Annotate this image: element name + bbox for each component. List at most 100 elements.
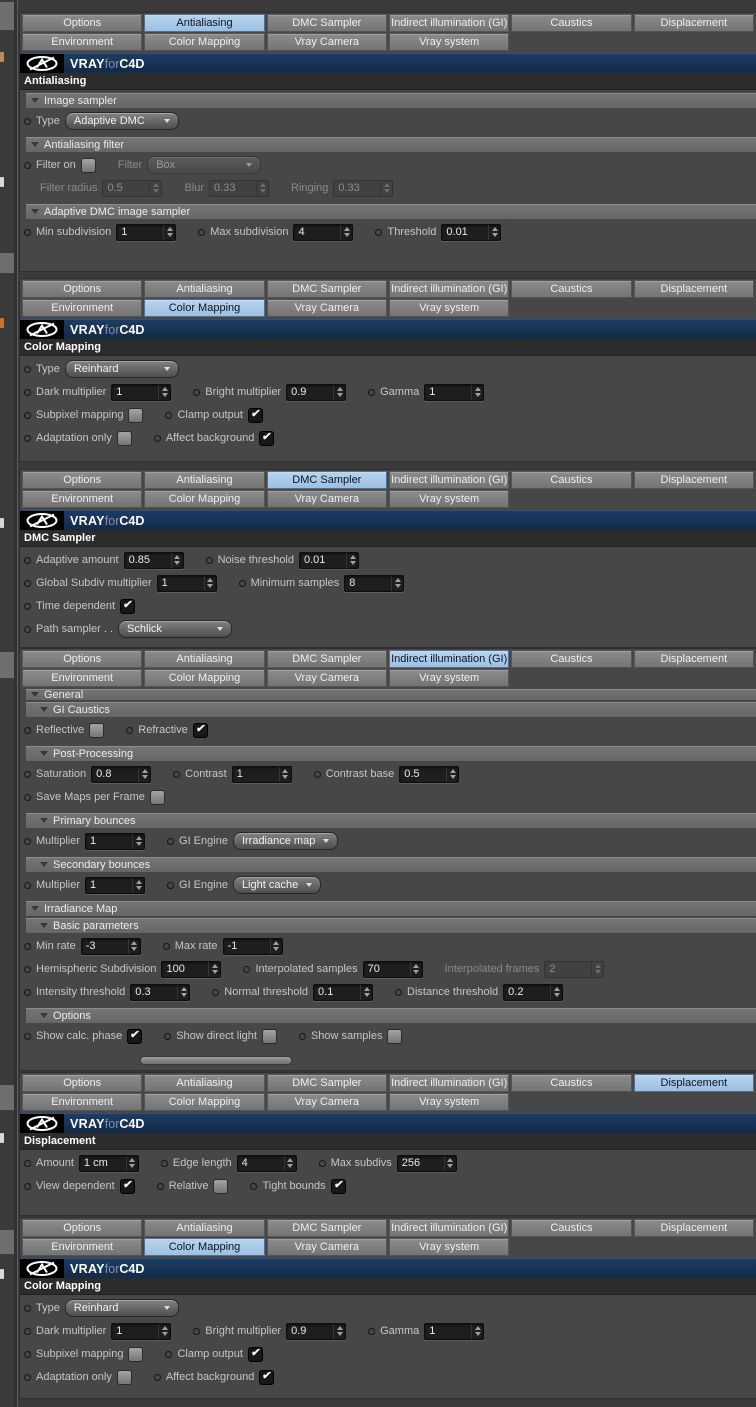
tab-vray-system[interactable]: Vray system: [389, 1093, 510, 1111]
tab-options[interactable]: Options: [22, 280, 143, 298]
tab-vray-camera[interactable]: Vray Camera: [266, 299, 387, 317]
tab-vray-system[interactable]: Vray system: [389, 299, 510, 317]
group-general[interactable]: General: [26, 689, 756, 701]
tab-dmc-sampler[interactable]: DMC Sampler: [266, 280, 387, 298]
tab-color-mapping[interactable]: Color Mapping: [144, 1093, 265, 1111]
multiplier-field[interactable]: 1: [85, 876, 146, 894]
save-maps-per-frame-checkbox[interactable]: [149, 789, 165, 805]
tab-options[interactable]: Options: [22, 1074, 143, 1092]
tab-vray-system[interactable]: Vray system: [389, 1238, 510, 1256]
subpixel-mapping-checkbox[interactable]: [128, 1346, 144, 1362]
tab-dmc-sampler[interactable]: DMC Sampler: [266, 14, 387, 32]
tab-indirect-illumination-gi[interactable]: Indirect illumination (GI): [389, 280, 510, 298]
contrast-field[interactable]: 1: [231, 765, 292, 783]
tab-options[interactable]: Options: [22, 471, 143, 489]
tab-indirect-illumination-gi[interactable]: Indirect illumination (GI): [389, 1219, 510, 1237]
threshold-field[interactable]: 0.01: [441, 223, 502, 241]
tab-environment[interactable]: Environment: [22, 299, 143, 317]
clamp-output-checkbox[interactable]: ✔: [247, 407, 263, 423]
tab-caustics[interactable]: Caustics: [511, 650, 632, 668]
tab-displacement[interactable]: Displacement: [633, 1074, 754, 1092]
type-dropdown[interactable]: Reinhard: [64, 1299, 179, 1317]
scrollbar-handle[interactable]: [140, 1055, 292, 1065]
noise-threshold-field[interactable]: 0.01: [299, 551, 359, 569]
edge-length-field[interactable]: 4: [236, 1154, 297, 1172]
tab-antialiasing[interactable]: Antialiasing: [144, 280, 265, 298]
global-subdiv-multiplier-field[interactable]: 1: [156, 574, 217, 592]
tab-displacement[interactable]: Displacement: [633, 280, 754, 298]
multiplier-field[interactable]: 1: [85, 832, 146, 850]
max-subdivision-field[interactable]: 4: [293, 223, 354, 241]
path-sampler-dropdown[interactable]: Schlick: [118, 620, 233, 638]
tab-caustics[interactable]: Caustics: [511, 471, 632, 489]
tab-caustics[interactable]: Caustics: [511, 14, 632, 32]
tab-displacement[interactable]: Displacement: [633, 471, 754, 489]
contrast-base-field[interactable]: 0.5: [399, 765, 460, 783]
tab-vray-camera[interactable]: Vray Camera: [266, 490, 387, 508]
group-basic-parameters[interactable]: Basic parameters: [26, 918, 756, 933]
tab-environment[interactable]: Environment: [22, 1093, 143, 1111]
adaptation-only-checkbox[interactable]: [116, 1369, 132, 1385]
bright-multiplier-field[interactable]: 0.9: [286, 1322, 347, 1340]
tab-environment[interactable]: Environment: [22, 1238, 143, 1256]
filter-on-checkbox[interactable]: [80, 157, 96, 173]
gamma-field[interactable]: 1: [424, 1322, 485, 1340]
intensity-threshold-field[interactable]: 0.3: [130, 983, 191, 1001]
gi-engine-dropdown[interactable]: Irradiance map: [232, 832, 339, 850]
tab-antialiasing[interactable]: Antialiasing: [144, 14, 265, 32]
reflective-checkbox[interactable]: [89, 722, 105, 738]
max-subdivs-field[interactable]: 256: [396, 1154, 457, 1172]
tab-antialiasing[interactable]: Antialiasing: [144, 650, 265, 668]
tab-color-mapping[interactable]: Color Mapping: [144, 669, 265, 687]
refractive-checkbox[interactable]: ✔: [192, 722, 208, 738]
tab-indirect-illumination-gi[interactable]: Indirect illumination (GI): [389, 14, 510, 32]
tab-options[interactable]: Options: [22, 14, 143, 32]
tab-displacement[interactable]: Displacement: [633, 650, 754, 668]
tab-caustics[interactable]: Caustics: [511, 280, 632, 298]
tab-options[interactable]: Options: [22, 650, 143, 668]
tab-environment[interactable]: Environment: [22, 490, 143, 508]
group-antialiasing-filter[interactable]: Antialiasing filter: [26, 137, 756, 152]
min-rate-field[interactable]: -3: [80, 937, 141, 955]
tab-indirect-illumination-gi[interactable]: Indirect illumination (GI): [389, 471, 510, 489]
tab-dmc-sampler[interactable]: DMC Sampler: [266, 1074, 387, 1092]
tab-displacement[interactable]: Displacement: [633, 1219, 754, 1237]
tab-vray-system[interactable]: Vray system: [389, 669, 510, 687]
saturation-field[interactable]: 0.8: [91, 765, 152, 783]
tab-antialiasing[interactable]: Antialiasing: [144, 471, 265, 489]
tab-indirect-illumination-gi[interactable]: Indirect illumination (GI): [389, 1074, 510, 1092]
tab-environment[interactable]: Environment: [22, 669, 143, 687]
tab-vray-camera[interactable]: Vray Camera: [266, 33, 387, 51]
tab-caustics[interactable]: Caustics: [511, 1074, 632, 1092]
group-secondary-bounces[interactable]: Secondary bounces: [26, 857, 756, 872]
tab-antialiasing[interactable]: Antialiasing: [144, 1074, 265, 1092]
affect-background-checkbox[interactable]: ✔: [259, 430, 275, 446]
group-options[interactable]: Options: [26, 1008, 756, 1023]
time-dependent-checkbox[interactable]: ✔: [120, 598, 136, 614]
show-direct-light-checkbox[interactable]: [261, 1028, 277, 1044]
group-irradiance-map[interactable]: Irradiance Map: [26, 901, 756, 916]
type-dropdown[interactable]: Reinhard: [64, 360, 179, 378]
group-post-processing[interactable]: Post-Processing: [26, 746, 756, 761]
gi-engine-dropdown[interactable]: Light cache: [232, 876, 322, 894]
show-calc-phase-checkbox[interactable]: ✔: [127, 1028, 143, 1044]
group-primary-bounces[interactable]: Primary bounces: [26, 813, 756, 828]
interpolated-samples-field[interactable]: 70: [362, 960, 423, 978]
tab-vray-camera[interactable]: Vray Camera: [266, 669, 387, 687]
tab-color-mapping[interactable]: Color Mapping: [144, 299, 265, 317]
affect-background-checkbox[interactable]: ✔: [259, 1369, 275, 1385]
dark-multiplier-field[interactable]: 1: [111, 383, 172, 401]
normal-threshold-field[interactable]: 0.1: [313, 983, 374, 1001]
gamma-field[interactable]: 1: [424, 383, 485, 401]
tab-displacement[interactable]: Displacement: [633, 14, 754, 32]
group-image-sampler[interactable]: Image sampler: [26, 93, 756, 108]
tab-dmc-sampler[interactable]: DMC Sampler: [266, 1219, 387, 1237]
tab-environment[interactable]: Environment: [22, 33, 143, 51]
min-subdivision-field[interactable]: 1: [116, 223, 177, 241]
minimum-samples-field[interactable]: 8: [344, 574, 405, 592]
distance-threshold-field[interactable]: 0.2: [503, 983, 564, 1001]
tab-antialiasing[interactable]: Antialiasing: [144, 1219, 265, 1237]
tab-vray-system[interactable]: Vray system: [389, 490, 510, 508]
tab-vray-system[interactable]: Vray system: [389, 33, 510, 51]
dark-multiplier-field[interactable]: 1: [111, 1322, 172, 1340]
